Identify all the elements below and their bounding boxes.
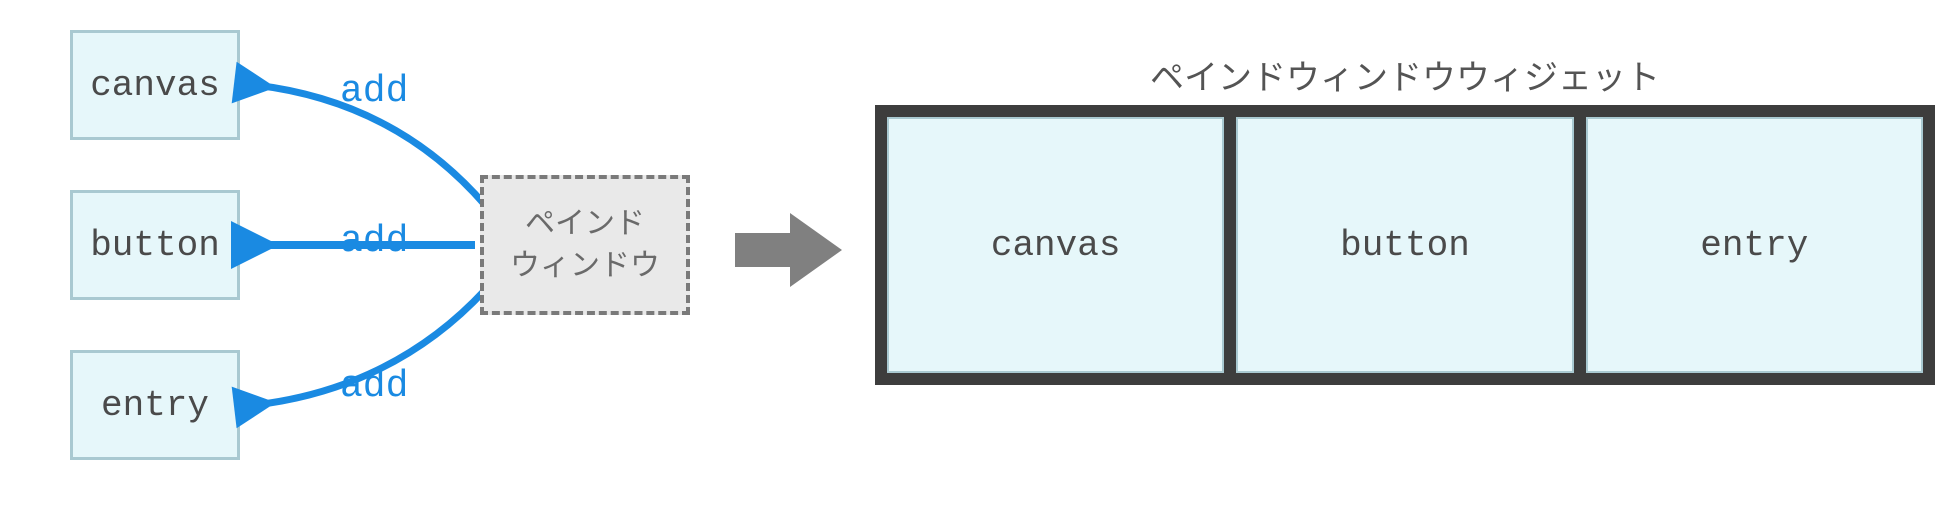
add-label-entry: add xyxy=(340,365,408,408)
paned-window-source-label: ペインド ウィンドウ xyxy=(510,203,660,287)
source-widget-entry: entry xyxy=(70,350,240,460)
pane-entry: entry xyxy=(1586,117,1923,373)
source-widget-canvas: canvas xyxy=(70,30,240,140)
source-widget-label: canvas xyxy=(90,65,220,106)
diagram-stage: canvas button entry add add add ペインド ウィン… xyxy=(40,20,1914,482)
pane-label: entry xyxy=(1700,225,1808,266)
source-widget-label: button xyxy=(90,225,220,266)
pane-canvas: canvas xyxy=(887,117,1224,373)
add-label-canvas: add xyxy=(340,70,408,113)
paned-window-widget: canvas button entry xyxy=(875,105,1935,385)
pane-button: button xyxy=(1236,117,1573,373)
transform-arrow-icon xyxy=(730,205,850,295)
pane-label: canvas xyxy=(991,225,1121,266)
source-widget-label: entry xyxy=(101,385,209,426)
add-label-button: add xyxy=(340,220,408,263)
pane-label: button xyxy=(1340,225,1470,266)
source-widget-button: button xyxy=(70,190,240,300)
paned-window-source-box: ペインド ウィンドウ xyxy=(480,175,690,315)
result-title: ペインドウィンドウウィジェット xyxy=(875,50,1935,99)
